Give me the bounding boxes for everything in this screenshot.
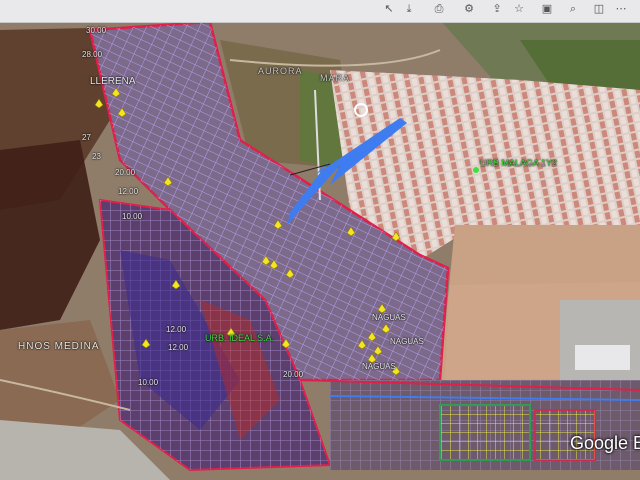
- label-naguas-2: NAGUAS: [390, 337, 424, 346]
- label-naguas-3: NAGUAS: [362, 362, 396, 371]
- chat-icon[interactable]: ◫: [592, 2, 606, 16]
- share-icon[interactable]: ⇪: [490, 2, 504, 16]
- menu-icon[interactable]: ⋯: [614, 2, 628, 16]
- elev-label: 30.00: [86, 26, 107, 35]
- elev-label: 28.00: [82, 50, 103, 59]
- label-mara: MARA: [320, 73, 351, 83]
- satellite-map[interactable]: [0, 0, 640, 480]
- elev-label: 27: [82, 133, 91, 142]
- google-attribution: Google E: [570, 433, 640, 453]
- star-icon[interactable]: ☆: [512, 2, 526, 16]
- elev-label: 23: [92, 152, 101, 161]
- label-hnos-medina: HNOS MEDINA: [18, 341, 100, 352]
- elev-label: 20.00: [115, 168, 136, 177]
- elev-label: 12.00: [166, 325, 187, 334]
- elev-label: 10.00: [138, 378, 159, 387]
- label-urb-ideal: URB. IDEAL S.A.: [205, 333, 275, 343]
- image-icon[interactable]: ▣: [540, 2, 554, 16]
- search-icon[interactable]: ⌕: [566, 2, 580, 16]
- building: [575, 345, 630, 370]
- label-urb-malaga: URB MALAGA 1Y2: [480, 158, 558, 168]
- label-aurora: AURORA: [258, 66, 303, 76]
- elev-label: 12.00: [168, 343, 189, 352]
- tools-icon[interactable]: ⚙: [462, 2, 476, 16]
- browser-toolbar: ↖ ⤓ ⎙ ⚙ ⇪ ☆ ▣ ⌕ ◫ ⋯: [0, 0, 640, 23]
- cursor-icon[interactable]: ↖: [382, 2, 396, 16]
- elev-label: 10.00: [122, 212, 143, 221]
- label-naguas-1: NAGUAS: [372, 313, 406, 322]
- elev-label: 12.00: [118, 187, 139, 196]
- green-dot-icon: [473, 167, 479, 173]
- elev-label: 20.00: [283, 370, 304, 379]
- print-icon[interactable]: ⎙: [432, 2, 446, 16]
- download-icon[interactable]: ⤓: [402, 2, 416, 16]
- label-llerena: LLERENA: [90, 76, 136, 87]
